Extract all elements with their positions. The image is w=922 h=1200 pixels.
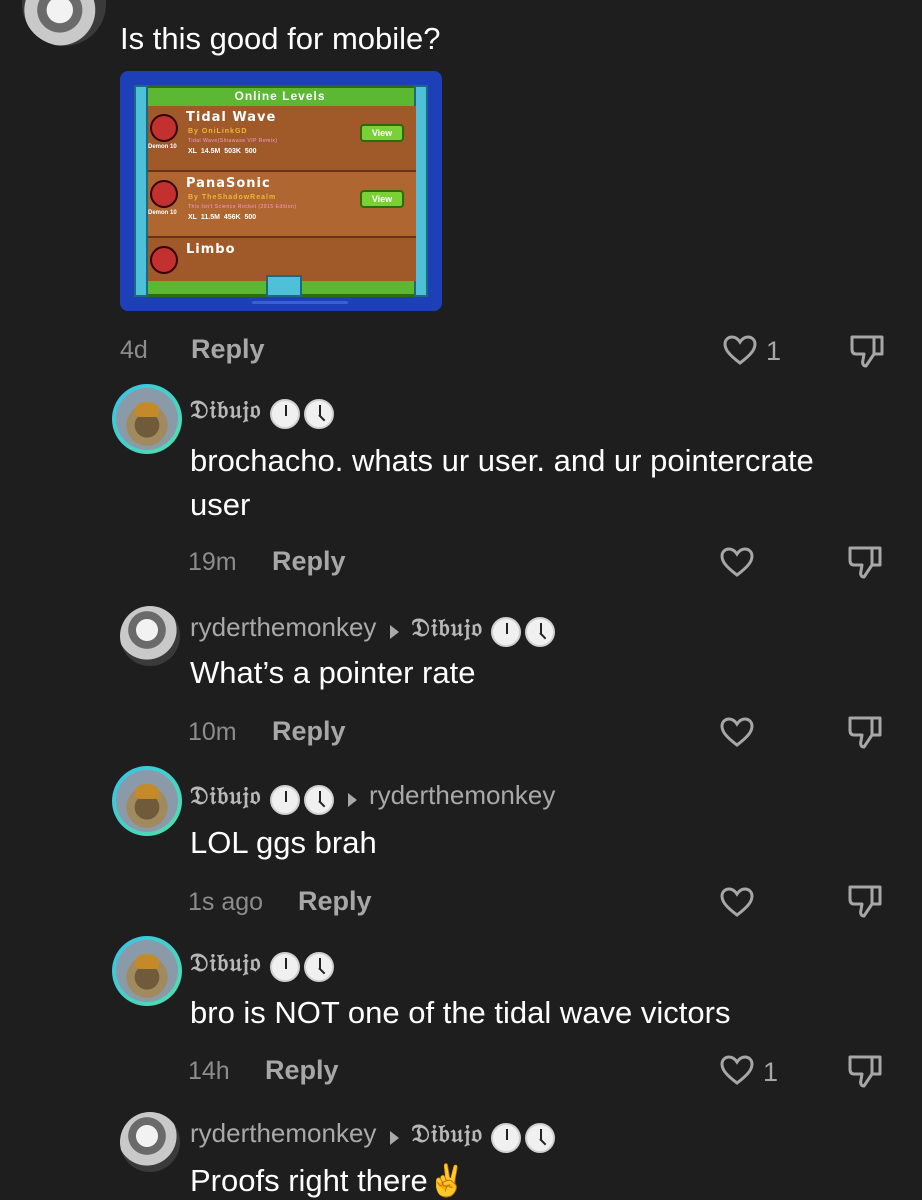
level-song: Tidal Wave(Shiawase VIP Remix) [188,138,278,144]
reply-to-username[interactable]: 𝔇𝔦𝔟𝔲𝔧𝔬 [411,1119,482,1148]
level-stats: XL 11.5M 456K 500 [188,214,257,221]
heart-outline-icon[interactable] [722,334,758,366]
like-count: 1 [763,1057,779,1087]
reply-button[interactable]: Reply [272,716,346,747]
avatar[interactable] [120,1112,180,1172]
username[interactable]: 𝔇𝔦𝔟𝔲𝔧𝔬 [190,781,261,810]
clock-emoji-icon [269,784,300,815]
avatar[interactable] [112,936,182,1006]
reply-button[interactable]: Reply [265,1055,339,1086]
reply-button[interactable]: Reply [272,546,346,577]
demon-difficulty-icon [150,180,178,208]
view-button: View [360,190,404,208]
level-song: This Isn't Science Rocket (2015 Edition) [188,204,297,210]
comment-text: Proofs right there✌️ [190,1163,467,1198]
username[interactable]: ryderthemonkey [190,612,376,642]
thumbs-down-icon[interactable] [846,543,886,581]
clock-emoji-icon [269,951,300,982]
avatar[interactable] [120,606,180,666]
comment-time: 19m [188,548,237,576]
comment-text: What’s a pointer rate [190,655,476,690]
thumbs-down-icon[interactable] [846,882,886,920]
view-button: View [360,124,404,142]
thumbs-down-icon[interactable] [848,332,888,370]
attached-image[interactable]: Online Levels Demon 10 Tidal Wave By Oni… [120,71,442,311]
username[interactable]: 𝔇𝔦𝔟𝔲𝔧𝔬 [190,395,261,424]
clock-emoji-icon [525,616,556,647]
image-indicator [252,301,348,304]
frame-post-right [414,85,428,297]
comment-text: Is this good for mobile? [120,21,441,56]
demon-difficulty-icon [150,246,178,274]
scroll-tab [266,275,302,297]
thumbs-down-icon[interactable] [846,1052,886,1090]
frame-post-left [134,85,148,297]
comment-time: 1s ago [188,888,264,916]
avatar[interactable] [112,384,182,454]
reply-header: 𝔇𝔦𝔟𝔲𝔧𝔬 ryderthemonkey [190,780,555,815]
reply-header: 𝔇𝔦𝔟𝔲𝔧𝔬 [190,395,334,429]
clock-emoji-icon [303,398,334,429]
reply-header: 𝔇𝔦𝔟𝔲𝔧𝔬 [190,948,334,982]
level-row: Demon 10 Tidal Wave By OniLinkGD Tidal W… [148,106,416,172]
heart-outline-icon[interactable] [719,716,755,748]
comment-time: 14h [188,1057,230,1085]
level-list: Demon 10 Tidal Wave By OniLinkGD Tidal W… [148,106,416,281]
reply-button[interactable]: Reply [298,886,372,917]
level-author: By TheShadowRealm [188,194,277,201]
reply-to-username[interactable]: 𝔇𝔦𝔟𝔲𝔧𝔬 [411,613,482,642]
comment-text: bro is NOT one of the tidal wave victors [190,995,731,1030]
level-title: PanaSonic [186,176,271,191]
level-row: Demon 10 PanaSonic By TheShadowRealm Thi… [148,172,416,238]
username[interactable]: 𝔇𝔦𝔟𝔲𝔧𝔬 [190,948,261,977]
thumbs-down-icon[interactable] [846,713,886,751]
avatar[interactable] [22,0,106,46]
comment-time: 4d [120,336,148,364]
comment-text: brochacho. whats ur user. and ur pointer… [190,443,814,478]
reply-to-username[interactable]: ryderthemonkey [369,780,555,810]
avatar[interactable] [112,766,182,836]
reply-arrow-icon [390,624,400,639]
clock-emoji-icon [269,398,300,429]
comment-text: user [190,487,251,522]
comment-text: LOL ggs brah [190,825,377,860]
clock-emoji-icon [491,1122,522,1153]
clock-emoji-icon [303,784,334,815]
heart-outline-icon[interactable] [719,1054,755,1086]
reply-arrow-icon [390,1130,400,1145]
level-title: Tidal Wave [186,110,277,125]
level-title: Limbo [186,242,236,257]
difficulty-label: Demon 10 [148,210,177,216]
username[interactable]: ryderthemonkey [190,1118,376,1148]
clock-emoji-icon [491,616,522,647]
demon-difficulty-icon [150,114,178,142]
comment-time: 10m [188,718,237,746]
reply-header: ryderthemonkey 𝔇𝔦𝔟𝔲𝔧𝔬 [190,1118,556,1153]
clock-emoji-icon [525,1122,556,1153]
level-stats: XL 14.5M 503K 500 [188,148,257,155]
reply-arrow-icon [347,792,357,807]
heart-outline-icon[interactable] [719,546,755,578]
like-count: 1 [766,336,782,366]
reply-header: ryderthemonkey 𝔇𝔦𝔟𝔲𝔧𝔬 [190,612,556,647]
difficulty-label: Demon 10 [148,144,177,150]
clock-emoji-icon [303,951,334,982]
heart-outline-icon[interactable] [719,886,755,918]
level-author: By OniLinkGD [188,128,248,135]
reply-button[interactable]: Reply [191,334,265,365]
